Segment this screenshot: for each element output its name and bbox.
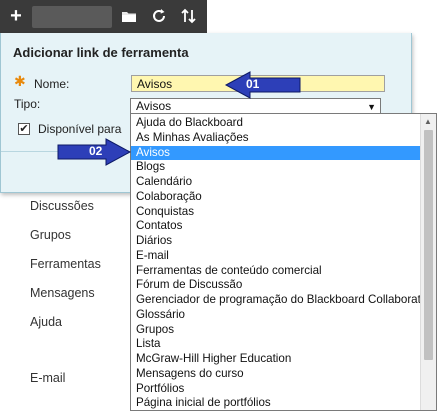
dropdown-option[interactable]: Fórum de Discussão <box>131 278 420 293</box>
top-toolbar: + <box>0 0 207 33</box>
dropdown-option[interactable]: Conquistas <box>131 205 420 220</box>
available-label: Disponível para <box>38 122 122 136</box>
dropdown-option[interactable]: Grupos <box>131 323 420 338</box>
scroll-thumb[interactable] <box>424 130 433 360</box>
dropdown-option[interactable]: Colaboração <box>131 190 420 205</box>
add-button[interactable]: + <box>5 3 27 29</box>
scroll-up-icon[interactable]: ▲ <box>424 117 432 126</box>
dropdown-option[interactable]: Avisos <box>131 145 420 161</box>
annotation-label-01: 01 <box>246 77 260 91</box>
sidebar-item-discussoes[interactable]: Discussões <box>30 199 94 213</box>
annotation-label-02: 02 <box>89 144 103 158</box>
dropdown-scrollbar[interactable]: ▲ <box>420 114 436 410</box>
dropdown-option[interactable]: Gerenciador de programação do Blackboard… <box>131 293 420 308</box>
dropdown-option[interactable]: Lista <box>131 337 420 352</box>
required-icon: ✱ <box>14 73 26 89</box>
type-select-value: Avisos <box>136 99 172 113</box>
dropdown-option[interactable]: E-mail <box>131 249 420 264</box>
course-menu-button[interactable] <box>32 6 112 28</box>
sidebar-item-email[interactable]: E-mail <box>30 371 65 385</box>
type-select[interactable]: Avisos ▼ <box>130 98 381 114</box>
sidebar-item-mensagens[interactable]: Mensagens <box>30 286 95 300</box>
dropdown-option[interactable]: Blogs <box>131 160 420 175</box>
dropdown-option[interactable]: As Minhas Avaliações <box>131 131 420 146</box>
dropdown-option[interactable]: Página inicial de portfólios <box>131 396 420 410</box>
name-label: Nome: <box>34 77 70 91</box>
sort-icon[interactable] <box>180 7 198 25</box>
dropdown-option[interactable]: Calendário <box>131 175 420 190</box>
dropdown-option[interactable]: Contatos <box>131 219 420 234</box>
dropdown-option[interactable]: Ferramentas de conteúdo comercial <box>131 264 420 279</box>
sidebar-item-ajuda[interactable]: Ajuda <box>30 315 62 329</box>
dropdown-option[interactable]: McGraw-Hill Higher Education <box>131 352 420 367</box>
refresh-icon[interactable] <box>150 7 168 25</box>
annotation-arrow-01 <box>224 71 301 99</box>
available-checkbox[interactable]: ✔ <box>18 123 30 135</box>
chevron-down-icon[interactable]: ▼ <box>367 100 376 114</box>
sidebar-item-grupos[interactable]: Grupos <box>30 228 71 242</box>
dropdown-option[interactable]: Mensagens do curso <box>131 367 420 382</box>
dropdown-option[interactable]: Glossário <box>131 308 420 323</box>
type-label: Tipo: <box>14 97 41 111</box>
type-dropdown-list[interactable]: Ajuda do Blackboard As Minhas Avaliações A… <box>130 113 437 411</box>
dropdown-option[interactable]: Portfólios <box>131 382 420 397</box>
dropdown-option[interactable]: Ajuda do Blackboard <box>131 116 420 131</box>
panel-title: Adicionar link de ferramenta <box>13 45 189 60</box>
sidebar-item-ferramentas[interactable]: Ferramentas <box>30 257 101 271</box>
folder-icon[interactable] <box>120 7 138 25</box>
dropdown-option[interactable]: Diários <box>131 234 420 249</box>
